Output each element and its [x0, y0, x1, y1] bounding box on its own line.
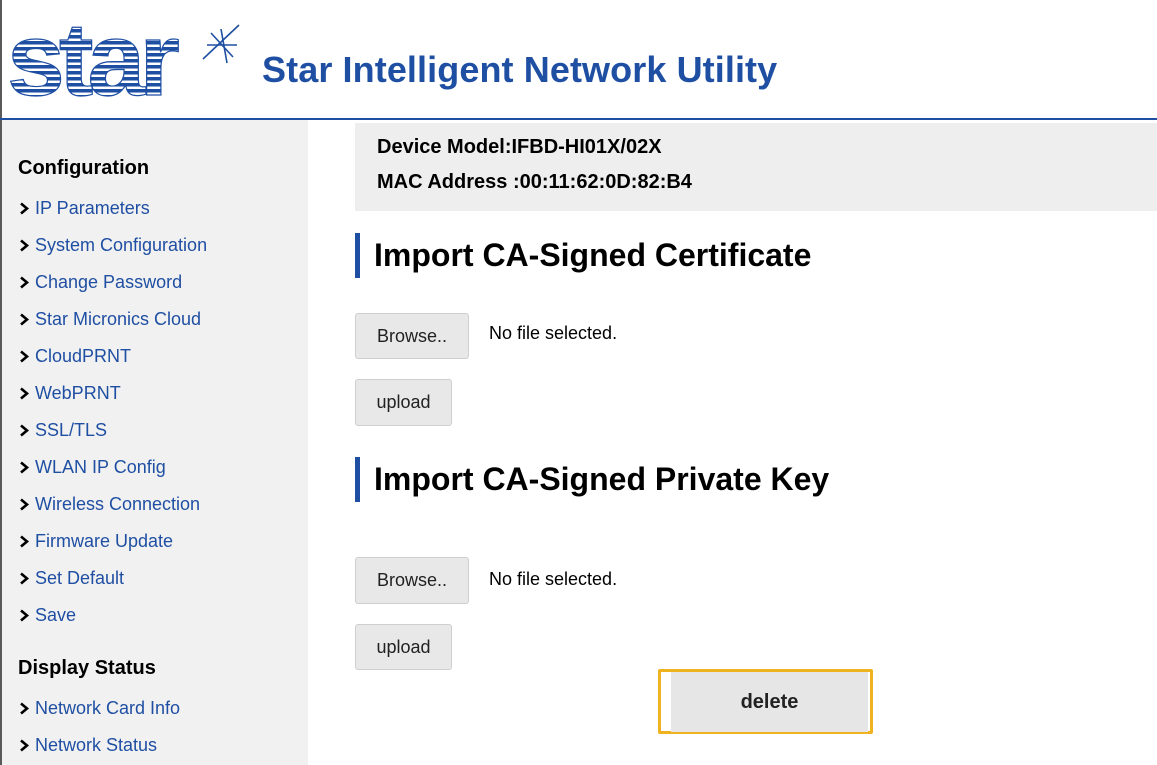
chevron-right-icon — [18, 313, 31, 326]
sidebar-item-star-micronics-cloud[interactable]: Star Micronics Cloud — [18, 301, 207, 338]
private-key-heading-text: Import CA-Signed Private Key — [374, 461, 830, 497]
display-status-menu: Network Card Info Network Status — [18, 690, 180, 764]
svg-text:star: star — [7, 17, 178, 105]
sidebar-item-label: System Configuration — [35, 235, 208, 255]
sidebar-item-firmware-update[interactable]: Firmware Update — [18, 523, 207, 560]
certificate-file-status: No file selected. — [489, 323, 618, 343]
sidebar-item-webprnt[interactable]: WebPRNT — [18, 375, 207, 412]
star-logo: star — [7, 17, 240, 105]
chevron-right-icon — [18, 350, 31, 363]
delete-button[interactable]: delete — [671, 672, 868, 732]
chevron-right-icon — [18, 276, 31, 289]
sidebar-item-ssl-tls[interactable]: SSL/TLS — [18, 412, 207, 449]
chevron-right-icon — [18, 202, 31, 215]
private-key-upload-button[interactable]: upload — [355, 624, 452, 670]
sidebar-section-configuration: Configuration — [18, 157, 150, 179]
device-model: Device Model:IFBD-HI01X/02X — [377, 136, 662, 158]
sidebar-item-label: CloudPRNT — [35, 346, 132, 366]
certificate-heading-text: Import CA-Signed Certificate — [374, 237, 812, 273]
private-key-browse-button[interactable]: Browse.. — [355, 557, 469, 604]
chevron-right-icon — [18, 387, 31, 400]
certificate-heading: Import CA-Signed Certificate — [355, 233, 811, 278]
sidebar-item-set-default[interactable]: Set Default — [18, 560, 207, 597]
sidebar-item-ip-parameters[interactable]: IP Parameters — [18, 190, 207, 227]
sidebar-item-wireless-connection[interactable]: Wireless Connection — [18, 486, 207, 523]
sidebar-item-label: Network Card Info — [35, 698, 181, 718]
chevron-right-icon — [18, 702, 31, 715]
sidebar: Configuration IP Parameters System Confi… — [2, 120, 308, 765]
sidebar-item-label: Wireless Connection — [35, 494, 201, 514]
chevron-right-icon — [18, 609, 31, 622]
sidebar-item-label: Star Micronics Cloud — [35, 309, 202, 329]
device-info-panel: Device Model:IFBD-HI01X/02X MAC Address … — [355, 123, 1157, 211]
private-key-heading: Import CA-Signed Private Key — [355, 457, 829, 502]
sidebar-item-save[interactable]: Save — [18, 597, 207, 634]
sidebar-item-label: Set Default — [35, 568, 125, 588]
sidebar-item-label: Firmware Update — [35, 531, 174, 551]
sidebar-item-label: Change Password — [35, 272, 183, 292]
header: star Star Intelligent Network Utility — [0, 0, 1157, 118]
chevron-right-icon — [18, 739, 31, 752]
chevron-right-icon — [18, 239, 31, 252]
mac-address: MAC Address :00:11:62:0D:82:B4 — [377, 171, 692, 193]
sidebar-item-label: SSL/TLS — [35, 420, 108, 440]
sidebar-item-label: IP Parameters — [35, 198, 150, 218]
sidebar-section-display-status: Display Status — [18, 657, 156, 679]
chevron-right-icon — [18, 572, 31, 585]
configuration-menu: IP Parameters System Configuration Chang… — [18, 190, 207, 634]
sidebar-item-cloudprnt[interactable]: CloudPRNT — [18, 338, 207, 375]
sidebar-item-label: WebPRNT — [35, 383, 121, 403]
chevron-right-icon — [18, 424, 31, 437]
chevron-right-icon — [18, 498, 31, 511]
heading-accent-bar — [355, 233, 360, 278]
sidebar-item-network-status[interactable]: Network Status — [18, 727, 180, 764]
chevron-right-icon — [18, 535, 31, 548]
sidebar-item-label: Save — [35, 605, 77, 625]
private-key-file-status: No file selected. — [489, 569, 618, 589]
chevron-right-icon — [18, 461, 31, 474]
sidebar-item-change-password[interactable]: Change Password — [18, 264, 207, 301]
certificate-browse-button[interactable]: Browse.. — [355, 313, 469, 359]
app-title: Star Intelligent Network Utility — [262, 49, 778, 90]
sidebar-item-network-card-info[interactable]: Network Card Info — [18, 690, 180, 727]
sidebar-item-wlan-ip-config[interactable]: WLAN IP Config — [18, 449, 207, 486]
sidebar-item-system-configuration[interactable]: System Configuration — [18, 227, 207, 264]
sidebar-item-label: Network Status — [35, 735, 158, 755]
certificate-upload-button[interactable]: upload — [355, 379, 452, 426]
sidebar-item-label: WLAN IP Config — [35, 457, 166, 477]
heading-accent-bar — [355, 457, 360, 502]
